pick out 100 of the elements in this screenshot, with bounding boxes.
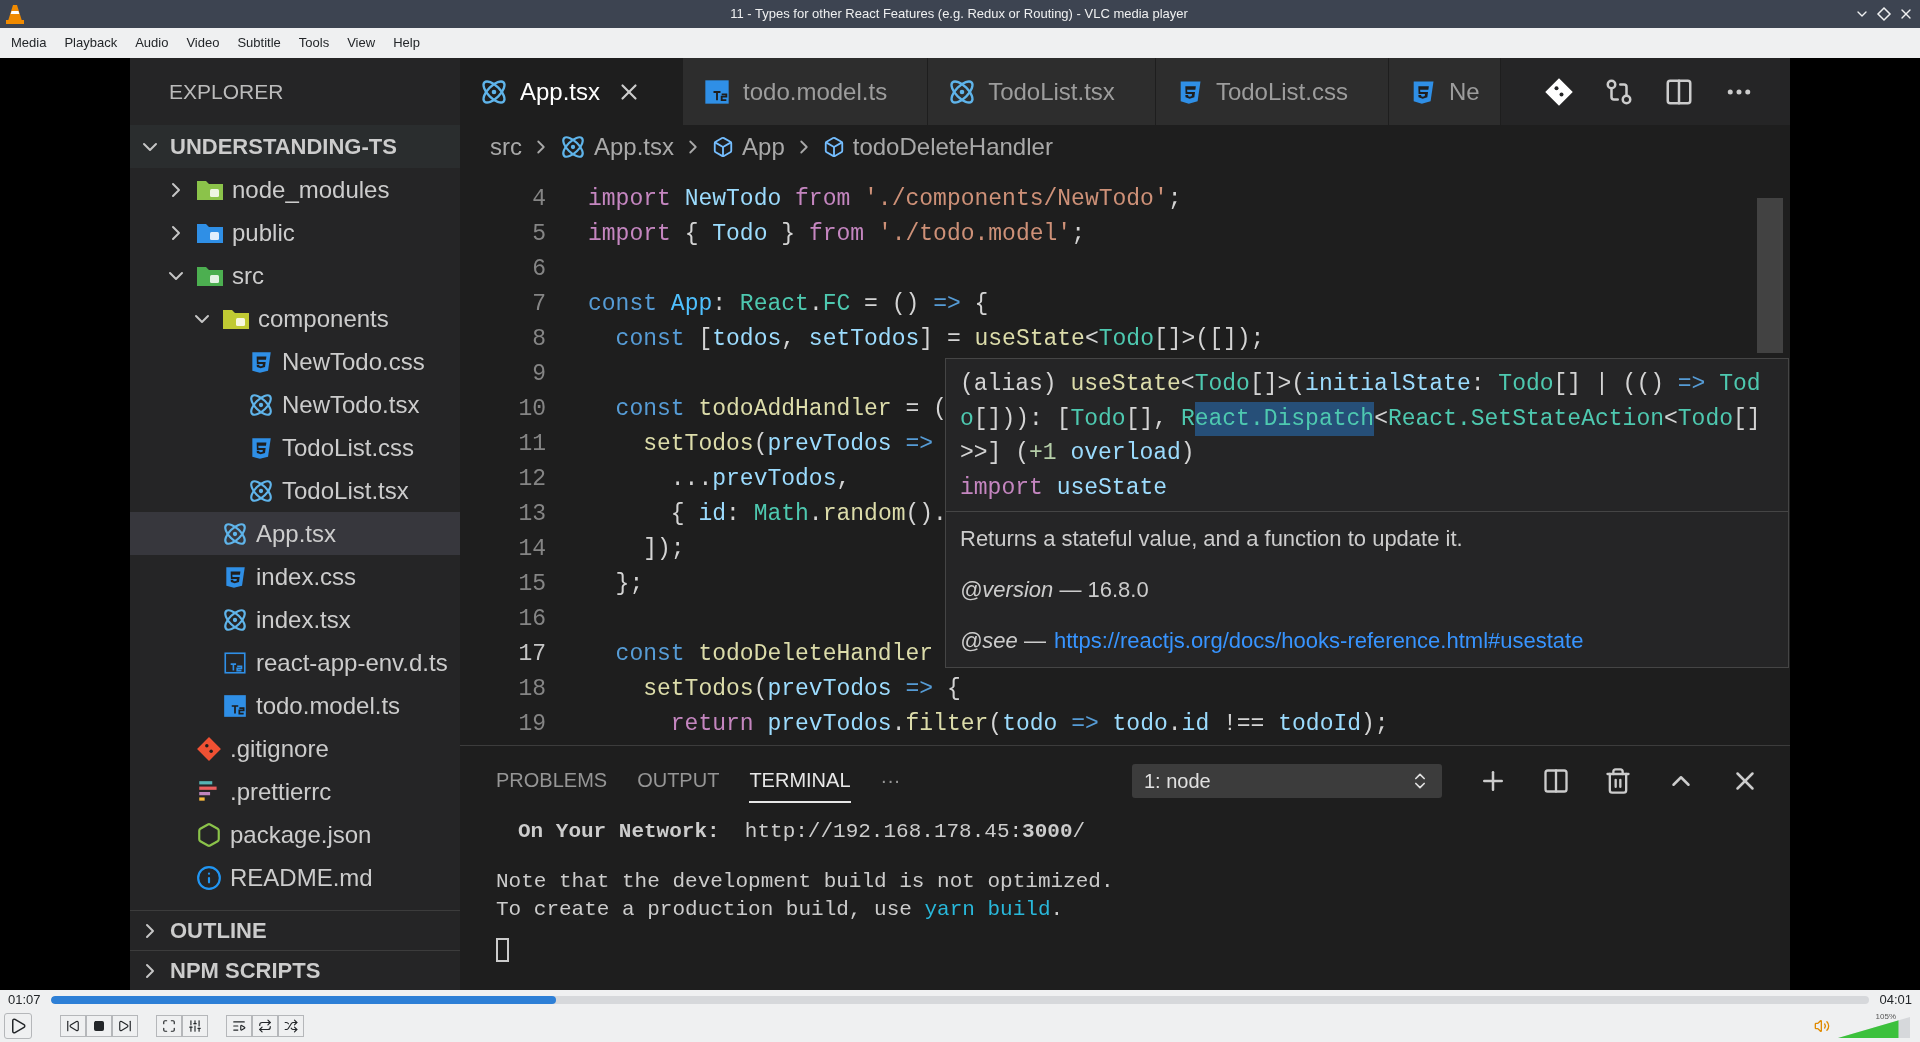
panel-tab[interactable]: OUTPUT	[637, 759, 720, 803]
breadcrumb-item[interactable]: src	[490, 128, 522, 165]
info-icon	[196, 864, 222, 891]
editor-tab[interactable]: App.tsx	[460, 58, 684, 125]
react-atom-icon	[222, 520, 248, 547]
breadcrumb-item[interactable]: todoDeleteHandler	[852, 128, 1053, 165]
git-diamond-icon[interactable]	[1544, 76, 1574, 107]
play-button[interactable]	[4, 1013, 32, 1039]
line-number: 15	[517, 570, 547, 600]
tree-item[interactable]: index.tsx	[130, 598, 460, 641]
next-button[interactable]	[112, 1015, 138, 1037]
code-line: };	[614, 570, 644, 600]
file-name: todo.model.ts	[256, 690, 401, 721]
tree-item[interactable]: todo.model.ts	[130, 684, 460, 727]
code-line: const [todos, setTodos] = useState<Todo[]>([]);	[614, 325, 1265, 355]
tree-item[interactable]: README.md	[130, 856, 460, 899]
split-terminal-icon[interactable]	[1542, 767, 1570, 795]
editor-tab[interactable]: todo.model.ts	[683, 58, 929, 125]
stop-icon	[93, 1020, 105, 1032]
project-row[interactable]: UNDERSTANDING-TS	[130, 125, 460, 168]
tree-item[interactable]: public	[130, 211, 460, 254]
terminal-cursor	[496, 938, 509, 962]
file-name: .prettierrc	[230, 776, 332, 807]
tree-item[interactable]: NewTodo.css	[130, 340, 460, 383]
file-name: components	[258, 303, 389, 334]
menu-item[interactable]: Subtitle	[228, 33, 290, 53]
tree-item[interactable]: NewTodo.tsx	[130, 383, 460, 426]
file-name: public	[232, 217, 295, 248]
trash-icon[interactable]	[1604, 767, 1632, 795]
menu-item[interactable]: Help	[384, 33, 429, 53]
menu-item[interactable]: Media	[2, 33, 56, 53]
terminal-line: To create a production build, use yarn build.	[496, 897, 1065, 922]
panel-tab[interactable]: PROBLEMS	[496, 759, 608, 803]
stop-button[interactable]	[86, 1015, 112, 1037]
code-line: import { Todo } from './todo.model';	[588, 220, 1085, 250]
signature-line: (alias) useState<Todo[]>(initialState: Todo[] | (() => Tod	[960, 370, 1762, 399]
previous-button[interactable]	[60, 1015, 86, 1037]
restore-icon[interactable]	[1876, 6, 1892, 22]
file-name: TodoList.css	[282, 432, 415, 463]
tree-item[interactable]: node_modules	[130, 168, 460, 211]
line-number: 18	[517, 675, 547, 705]
react-atom-icon	[480, 77, 508, 106]
breadcrumb-item[interactable]: App	[742, 128, 785, 165]
loop-button[interactable]	[252, 1015, 278, 1037]
sliders-icon	[188, 1019, 202, 1033]
react-atom-icon	[948, 77, 977, 106]
tree-item[interactable]: TodoList.tsx	[130, 469, 460, 512]
tree-item[interactable]: index.css	[130, 555, 460, 598]
menu-item[interactable]: Video	[177, 33, 229, 53]
docs-link[interactable]: https://reactjs.org/docs/hooks-reference.html#usestate	[1053, 624, 1584, 657]
playlist-button[interactable]	[226, 1015, 252, 1037]
line-number: 14	[517, 535, 547, 565]
loop-icon	[258, 1019, 272, 1033]
file-name: index.css	[256, 561, 357, 592]
version-text: @version — 16.8.0	[960, 576, 1150, 604]
line-number: 6	[531, 255, 547, 285]
tree-item[interactable]: App.tsx	[130, 512, 460, 555]
menu-item[interactable]: Playback	[55, 33, 127, 53]
editor-tab[interactable]: TodoList.css	[1155, 58, 1389, 125]
shuffle-button[interactable]	[278, 1015, 304, 1037]
menu-item[interactable]: Tools	[289, 33, 339, 53]
tree-item[interactable]: TodoList.css	[130, 426, 460, 469]
file-name: src	[232, 260, 264, 291]
react-atom-icon	[248, 477, 274, 504]
editor-tab[interactable]: Ne	[1388, 58, 1501, 125]
line-number: 5	[531, 220, 547, 250]
panel-tab[interactable]: TERMINAL	[749, 759, 851, 803]
line-number: 8	[531, 325, 547, 355]
git-diamond-icon	[196, 735, 222, 762]
tree-item[interactable]: react-app-env.d.ts	[130, 641, 460, 684]
file-name: index.tsx	[256, 604, 351, 635]
editor-tab[interactable]: TodoList.tsx	[928, 58, 1156, 125]
fullscreen-button[interactable]	[156, 1015, 182, 1037]
tree-item[interactable]: components	[130, 297, 460, 340]
tree-item[interactable]: .prettierrc	[130, 770, 460, 813]
line-number: 12	[517, 465, 547, 495]
react-atom-icon	[222, 606, 248, 633]
code-line: const todoAddHandler = (	[614, 395, 947, 425]
breadcrumb-item[interactable]: App.tsx	[594, 128, 675, 165]
signature-line: o[])): [Todo[], React.Dispatch<React.SetStateAction<Todo[]	[960, 401, 1774, 436]
typescript-file-icon	[222, 649, 248, 676]
section-header[interactable]: OUTLINE	[130, 910, 460, 950]
tree-item[interactable]: src	[130, 254, 460, 297]
window-title: 11 - Types for other React Features (e.g. Redux or Routing) - VLC media player	[729, 5, 1189, 24]
seek-bar[interactable]	[50, 996, 1870, 1004]
scrollbar-thumb[interactable]	[1757, 198, 1783, 353]
menu-item[interactable]: Audio	[126, 33, 178, 53]
line-number: 16	[517, 605, 547, 635]
hexagon-icon	[196, 821, 222, 848]
panel-tab[interactable]: ···	[880, 759, 901, 803]
react-atom-icon	[248, 391, 274, 418]
terminal-select[interactable]: 1: node	[1132, 764, 1442, 798]
volume-label: 105%	[1875, 1011, 1896, 1023]
next-icon	[118, 1019, 132, 1033]
settings-button[interactable]	[182, 1015, 208, 1037]
tree-item[interactable]: .gitignore	[130, 727, 460, 770]
tree-item[interactable]: package.json	[130, 813, 460, 856]
menu-item[interactable]: View	[338, 33, 385, 53]
shuffle-icon	[284, 1019, 298, 1033]
file-name: package.json	[230, 819, 372, 850]
